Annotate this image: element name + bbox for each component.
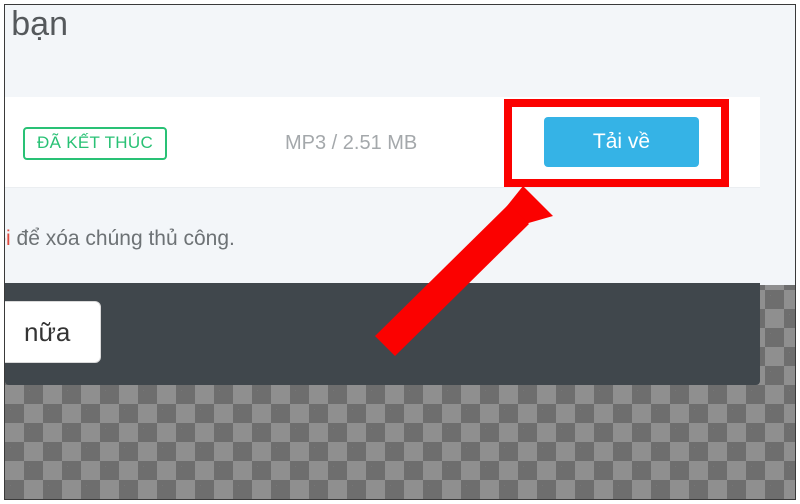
screenshot-frame: của bạn ĐÃ KẾT THÚC MP3 / 2.51 MB Tải về… xyxy=(4,4,796,500)
file-info-text: MP3 / 2.51 MB xyxy=(285,132,417,155)
download-row: ĐÃ KẾT THÚC MP3 / 2.51 MB Tải về xyxy=(5,97,760,187)
download-button[interactable]: Tải về xyxy=(544,117,699,167)
status-badge: ĐÃ KẾT THÚC xyxy=(23,127,167,160)
page-title: của bạn xyxy=(4,5,68,44)
hint-text: a tôi để xóa chúng thủ công. xyxy=(4,227,235,251)
footer-bar: nữa xyxy=(5,283,760,385)
hint-link[interactable]: a tôi xyxy=(4,227,11,250)
hint-rest: để xóa chúng thủ công. xyxy=(11,227,235,250)
secondary-button[interactable]: nữa xyxy=(4,301,101,363)
